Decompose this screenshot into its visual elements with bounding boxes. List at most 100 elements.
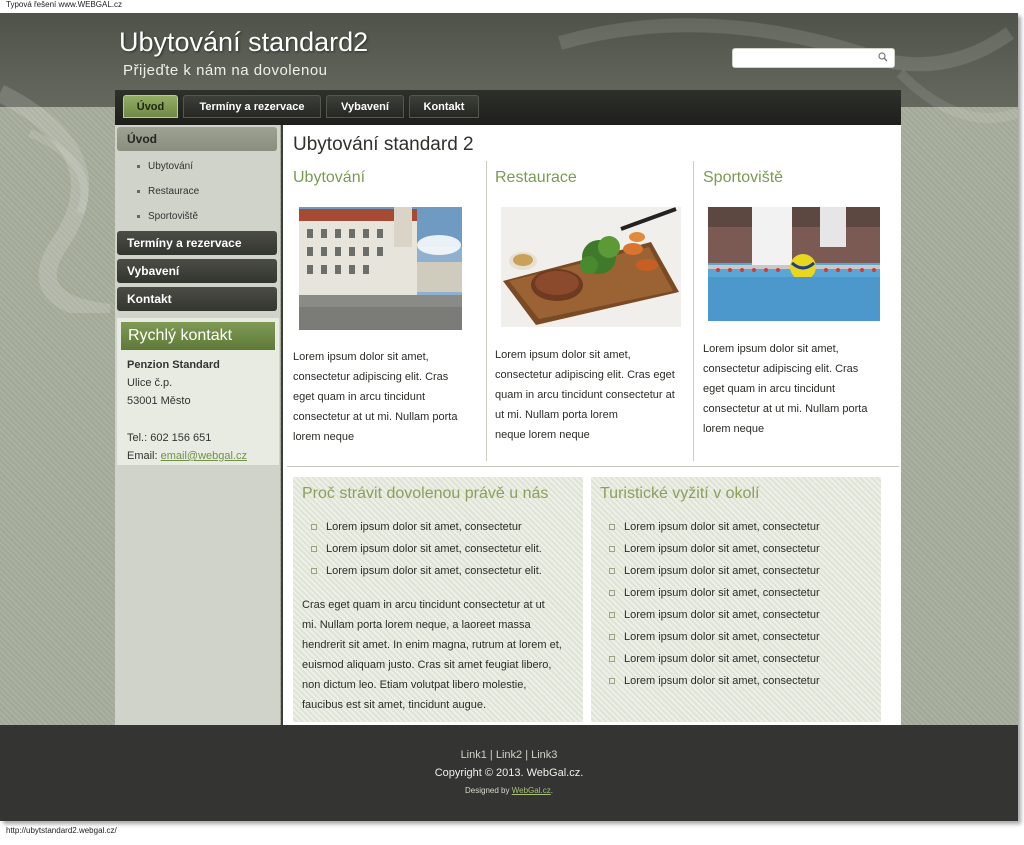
text-line: non dictum leo. Etiam volutpat libero mo…	[302, 679, 527, 691]
column-title[interactable]: Restaurace	[495, 169, 577, 187]
text-line: consectetur at ut mi. Nullam porta	[293, 411, 458, 423]
why-panel: Proč strávit dovolenou právě u nás Lorem…	[293, 477, 583, 722]
list-item-text: Lorem ipsum dolor sit amet, consectetur	[624, 631, 820, 643]
sidebar-item-terminy[interactable]: Termíny a rezervace	[117, 231, 277, 255]
column-title[interactable]: Sportoviště	[703, 169, 783, 187]
text-line: euismod aliquam justo. Cras sit amet feu…	[302, 659, 552, 671]
why-panel-title: Proč strávit dovolenou právě u nás	[302, 485, 549, 502]
why-paragraph: Cras eget quam in arcu tincidunt consect…	[302, 595, 577, 715]
square-bullet-icon	[609, 546, 615, 553]
square-bullet-icon	[609, 612, 615, 619]
column-text: Lorem ipsum dolor sit amet, consectetur …	[495, 345, 675, 445]
square-bullet-icon	[609, 678, 615, 685]
steak-photo	[501, 207, 681, 327]
main-content: Ubytování standard 2 Ubytování Lorem ips…	[281, 125, 901, 725]
sidebar-subitem-restaurace[interactable]: Restaurace	[137, 186, 199, 197]
list-item: Lorem ipsum dolor sit amet, consectetur …	[311, 565, 542, 577]
sidebar-item-uvod[interactable]: Úvod	[117, 127, 277, 151]
text-line: Cras eget quam in arcu tincidunt consect…	[302, 599, 545, 611]
list-item: Lorem ipsum dolor sit amet, consectetur	[609, 565, 820, 577]
bullet-icon	[137, 214, 140, 218]
sidebar-item-vybaveni[interactable]: Vybavení	[117, 259, 277, 283]
list-item-text: Lorem ipsum dolor sit amet, consectetur	[624, 543, 820, 555]
designed-by-label: Designed by	[465, 786, 510, 795]
pool-photo	[708, 207, 880, 321]
list-item-text: Lorem ipsum dolor sit amet, consectetur	[624, 521, 820, 533]
quick-contact-title: Rychlý kontakt	[121, 322, 275, 350]
text-line: Lorem ipsum dolor sit amet,	[293, 351, 429, 363]
column-text: Lorem ipsum dolor sit amet, consectetur …	[293, 347, 457, 447]
square-bullet-icon	[609, 524, 615, 531]
text-line: eget quam in arcu tincidunt	[293, 391, 426, 403]
square-bullet-icon	[311, 546, 317, 553]
list-item: Lorem ipsum dolor sit amet, consectetur	[609, 521, 820, 533]
footer-copyright: Copyright © 2013. WebGal.cz.	[434, 767, 584, 779]
footer-link-2[interactable]: Link2	[496, 749, 522, 761]
column-divider	[693, 161, 694, 461]
bullet-icon	[137, 164, 140, 168]
column-sportoviste: Sportoviště Lorem ipsum dolor sit amet, …	[703, 161, 893, 461]
sidebar-subitem-label: Ubytování	[148, 161, 194, 172]
list-item: Lorem ipsum dolor sit amet, consectetur	[609, 587, 820, 599]
page-title: Ubytování standard 2	[293, 134, 474, 155]
text-line: consectetur adipiscing elit. Cras	[293, 371, 449, 383]
text-line: consectetur at ut mi. Nullam porta	[703, 403, 868, 415]
list-item: Lorem ipsum dolor sit amet, consectetur	[609, 609, 820, 621]
search-icon[interactable]	[878, 52, 888, 62]
sidebar-item-kontakt[interactable]: Kontakt	[117, 287, 277, 311]
list-item-text: Lorem ipsum dolor sit amet, consectetur	[326, 521, 522, 533]
tourism-panel-title: Turistické vyžití v okolí	[600, 485, 760, 502]
designed-end: .	[550, 786, 553, 795]
list-item-text: Lorem ipsum dolor sit amet, consectetur	[624, 565, 820, 577]
list-item-text: Lorem ipsum dolor sit amet, consectetur	[624, 609, 820, 621]
list-item: Lorem ipsum dolor sit amet, consectetur	[609, 543, 820, 555]
designer-link[interactable]: WebGal.cz	[512, 786, 551, 795]
list-item-text: Lorem ipsum dolor sit amet, consectetur …	[326, 565, 542, 577]
text-line: mi. Nullam porta lorem neque, a laoreet …	[302, 619, 531, 631]
square-bullet-icon	[609, 590, 615, 597]
column-restaurace: Restaurace Lorem ipsum dolor sit amet, c…	[495, 161, 693, 461]
text-line: quam in arcu tincidunt consectetur at	[495, 389, 675, 401]
browser-page: Ubytování standard2 Přijeďte k nám na do…	[0, 13, 1018, 821]
sidebar-subitem-sportoviste[interactable]: Sportoviště	[137, 211, 198, 222]
text-line: lorem neque	[293, 431, 355, 443]
square-bullet-icon	[609, 656, 615, 663]
top-caption: Typová řešení www.WEBGAL.cz	[6, 0, 123, 9]
nav-tab-kontakt[interactable]: Kontakt	[409, 95, 479, 118]
sidebar: Úvod Ubytování Restaurace Sportoviště Te…	[115, 125, 280, 725]
footer-link-3[interactable]: Link3	[531, 749, 557, 761]
list-item-text: Lorem ipsum dolor sit amet, consectetur …	[326, 543, 542, 555]
contact-email-label: Email:	[127, 450, 158, 462]
nav-tab-terminy[interactable]: Termíny a rezervace	[183, 95, 321, 118]
section-divider	[287, 466, 899, 467]
contact-name: Penzion Standard	[127, 359, 220, 371]
list-item: Lorem ipsum dolor sit amet, consectetur	[609, 631, 820, 643]
list-item: Lorem ipsum dolor sit amet, consectetur	[609, 675, 820, 687]
text-line: neque lorem neque	[495, 429, 590, 441]
footer-separator: |	[525, 749, 529, 761]
column-divider	[486, 161, 487, 461]
column-title[interactable]: Ubytování	[293, 169, 365, 187]
footer: Link1 | Link2 | Link3 Copyright © 2013. …	[0, 725, 1018, 821]
sidebar-subitem-label: Restaurace	[148, 186, 200, 197]
contact-email-row: Email: email@webgal.cz	[127, 450, 247, 462]
footer-link-1[interactable]: Link1	[461, 749, 487, 761]
status-bar-url: http://ubytstandard2.webgal.cz/	[6, 826, 117, 835]
text-line: hendrerit sit amet. In enim magna, rutru…	[302, 639, 562, 651]
contact-email-link[interactable]: email@webgal.cz	[161, 450, 247, 462]
bullet-icon	[137, 189, 140, 193]
nav-tab-vybaveni[interactable]: Vybavení	[326, 95, 404, 118]
text-line: Lorem ipsum dolor sit amet,	[495, 349, 631, 361]
contact-city: 53001 Město	[127, 395, 191, 407]
list-item-text: Lorem ipsum dolor sit amet, consectetur	[624, 653, 820, 665]
list-item: Lorem ipsum dolor sit amet, consectetur	[609, 653, 820, 665]
sidebar-subitem-ubytovani[interactable]: Ubytování	[137, 161, 193, 172]
text-line: consectetur adipiscing elit. Cras	[703, 363, 859, 375]
square-bullet-icon	[609, 568, 615, 575]
nav-tab-uvod[interactable]: Úvod	[123, 95, 178, 118]
site-title[interactable]: Ubytování standard2	[119, 27, 368, 58]
square-bullet-icon	[311, 524, 317, 531]
tourism-panel: Turistické vyžití v okolí Lorem ipsum do…	[591, 477, 881, 722]
search-input[interactable]	[732, 48, 895, 68]
castle-photo	[299, 207, 462, 330]
